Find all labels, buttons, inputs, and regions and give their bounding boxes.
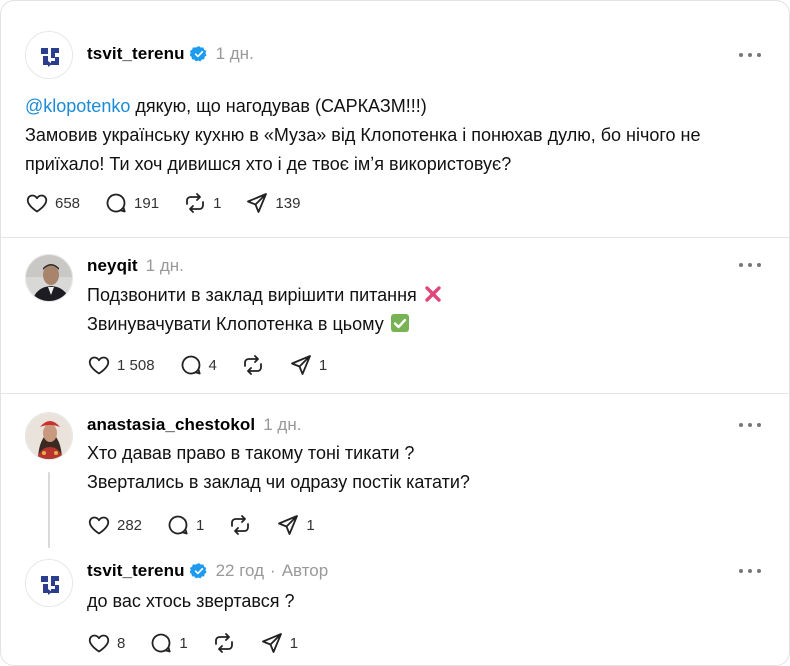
repost-button[interactable] bbox=[241, 353, 265, 377]
share-icon bbox=[278, 515, 299, 535]
share-count: 139 bbox=[275, 194, 301, 212]
reply-actions: 1 508 4 1 bbox=[87, 352, 351, 378]
share-icon bbox=[290, 355, 311, 375]
reply-button[interactable]: 4 bbox=[179, 353, 217, 377]
profile-photo-icon bbox=[26, 413, 72, 459]
username[interactable]: tsvit_terenu bbox=[87, 44, 185, 64]
share-button[interactable]: 1 bbox=[276, 513, 315, 537]
reply-actions: 8 1 1 bbox=[87, 630, 322, 656]
cross-mark-icon bbox=[425, 286, 441, 302]
repost-icon bbox=[243, 355, 262, 375]
avatar[interactable] bbox=[25, 254, 73, 302]
share-count: 1 bbox=[306, 516, 315, 534]
check-mark-icon bbox=[390, 314, 409, 332]
reply-text: до вас хтось звертався ? bbox=[87, 587, 767, 616]
main-post: tsvit_terenu 1 дн. @klopotenko дякую, що… bbox=[1, 1, 789, 237]
share-count: 1 bbox=[318, 356, 328, 374]
heart-icon bbox=[26, 194, 48, 213]
reply-line-2: Звинувачувати Клопотенка в цьому bbox=[87, 314, 384, 334]
repost-icon bbox=[214, 633, 233, 653]
reply-text: Подзвонити в заклад вирішити питання Зви… bbox=[87, 281, 767, 339]
heart-icon bbox=[88, 516, 110, 535]
repost-count: 1 bbox=[213, 194, 222, 212]
like-count: 1 508 bbox=[117, 356, 155, 374]
threads-card: tsvit_terenu 1 дн. @klopotenko дякую, що… bbox=[0, 0, 790, 666]
comment-icon bbox=[106, 193, 126, 213]
repost-button[interactable] bbox=[212, 631, 236, 655]
like-count: 8 bbox=[117, 634, 126, 652]
verified-icon bbox=[189, 46, 207, 62]
heart-icon bbox=[88, 356, 110, 375]
dot-separator: · bbox=[270, 561, 276, 580]
reply-header: anastasia_chestokol 1 дн. bbox=[87, 413, 301, 437]
like-button[interactable]: 282 bbox=[87, 513, 142, 537]
post-actions: 658 191 1 139 bbox=[25, 190, 324, 216]
avatar[interactable] bbox=[25, 31, 73, 79]
share-icon bbox=[247, 193, 268, 213]
like-count: 658 bbox=[55, 194, 81, 212]
reply-line-2: Звертались в заклад чи одразу постік кат… bbox=[87, 472, 470, 492]
repost-button[interactable] bbox=[228, 513, 252, 537]
verified-icon bbox=[189, 563, 207, 579]
comment-icon bbox=[181, 355, 201, 375]
share-button[interactable]: 1 bbox=[260, 631, 298, 655]
author-label: Автор bbox=[281, 561, 329, 580]
repost-icon bbox=[231, 515, 250, 535]
like-button[interactable]: 1 508 bbox=[87, 353, 155, 377]
like-count: 282 bbox=[117, 516, 143, 534]
share-button[interactable]: 139 bbox=[245, 191, 300, 215]
avatar[interactable] bbox=[25, 412, 73, 460]
share-count: 1 bbox=[289, 634, 299, 652]
reply-count: 1 bbox=[179, 634, 188, 652]
post-line-2: Замовив українську кухню в «Муза» від Кл… bbox=[25, 125, 701, 145]
repost-icon bbox=[186, 193, 204, 213]
more-icon[interactable] bbox=[739, 260, 761, 270]
reply-line-1: Подзвонити в заклад вирішити питання bbox=[87, 285, 417, 305]
share-icon bbox=[261, 633, 282, 653]
logo-avatar-icon bbox=[26, 560, 72, 606]
comment-icon bbox=[168, 515, 188, 535]
reply-button[interactable]: 1 bbox=[166, 513, 204, 537]
reply-count: 191 bbox=[134, 194, 160, 212]
post-line-1: дякую, що нагодував (САРКАЗМ!!!) bbox=[130, 96, 427, 116]
like-button[interactable]: 8 bbox=[87, 631, 125, 655]
reply-count: 4 bbox=[208, 356, 217, 374]
reply-actions: 282 1 1 bbox=[87, 512, 339, 538]
reply-time[interactable]: 22 год bbox=[216, 561, 264, 581]
reply-line-1: Хто давав право в такому тоні тикати ? bbox=[87, 443, 415, 463]
reply-text: Хто давав право в такому тоні тикати ? З… bbox=[87, 439, 767, 497]
more-icon[interactable] bbox=[739, 50, 761, 60]
username[interactable]: neyqit bbox=[87, 256, 138, 276]
thread-line bbox=[48, 472, 50, 548]
reply-header: tsvit_terenu 22 год · Автор bbox=[87, 559, 328, 583]
profile-photo-icon bbox=[26, 255, 72, 301]
avatar[interactable] bbox=[25, 559, 73, 607]
reply-header: neyqit 1 дн. bbox=[87, 254, 184, 278]
reply-time[interactable]: 1 дн. bbox=[263, 415, 301, 435]
like-button[interactable]: 658 bbox=[25, 191, 80, 215]
comment-icon bbox=[151, 633, 171, 653]
reply-time[interactable]: 1 дн. bbox=[146, 256, 184, 276]
reply-anastasia: anastasia_chestokol 1 дн. Хто давав прав… bbox=[1, 394, 789, 665]
more-icon[interactable] bbox=[739, 566, 761, 576]
reply-line-1: до вас хтось звертався ? bbox=[87, 591, 295, 611]
more-icon[interactable] bbox=[739, 420, 761, 430]
reply-button[interactable]: 191 bbox=[104, 191, 159, 215]
username[interactable]: tsvit_terenu bbox=[87, 561, 185, 581]
reply-count: 1 bbox=[196, 516, 205, 534]
reply-neyqit: neyqit 1 дн. Подзвонити в заклад вирішит… bbox=[1, 238, 789, 393]
username[interactable]: anastasia_chestokol bbox=[87, 415, 255, 435]
mention-link[interactable]: @klopotenko bbox=[25, 96, 130, 116]
logo-avatar-icon bbox=[26, 32, 72, 78]
heart-icon bbox=[88, 634, 110, 653]
reply-button[interactable]: 1 bbox=[149, 631, 188, 655]
post-text: @klopotenko дякую, що нагодував (САРКАЗМ… bbox=[25, 92, 765, 179]
post-header: tsvit_terenu 1 дн. bbox=[87, 42, 254, 66]
share-button[interactable]: 1 bbox=[289, 353, 327, 377]
post-line-3: приїхало! Ти хоч дивишся хто і де твоє і… bbox=[25, 154, 512, 174]
post-time[interactable]: 1 дн. bbox=[216, 44, 254, 64]
repost-button[interactable]: 1 bbox=[183, 191, 221, 215]
